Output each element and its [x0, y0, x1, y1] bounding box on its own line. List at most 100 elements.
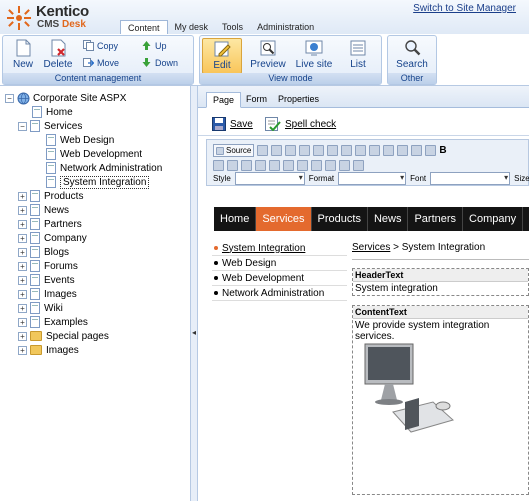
tree-node-news[interactable]: + News: [18, 203, 69, 217]
tree-node-system-integration[interactable]: System Integration: [46, 175, 150, 189]
tab-properties[interactable]: Properties: [272, 92, 325, 108]
header-text-region[interactable]: HeaderText System integration: [352, 268, 529, 296]
preview-mode-button[interactable]: Preview: [248, 38, 288, 74]
remove-format-icon[interactable]: [425, 145, 437, 156]
tree-node-partners[interactable]: + Partners: [18, 217, 82, 231]
paste-text-icon[interactable]: [313, 145, 325, 156]
breadcrumb-services-link[interactable]: Services: [352, 242, 390, 253]
tree-node-images-folder[interactable]: + Images: [18, 343, 79, 357]
header-text-label: HeaderText: [353, 269, 528, 282]
font-select[interactable]: [430, 172, 511, 185]
logo-product: CMS Desk: [37, 19, 86, 30]
tree-node-home[interactable]: Home: [32, 105, 73, 119]
edit-mode-button[interactable]: Edit: [202, 38, 242, 74]
source-icon: [216, 146, 224, 155]
submenu-web-design[interactable]: Web Design: [212, 256, 347, 271]
page-break-icon[interactable]: [297, 160, 308, 171]
site-nav-products[interactable]: Products: [312, 207, 368, 231]
tree-node-root[interactable]: − Corporate Site ASPX: [5, 91, 126, 105]
expand-icon: +: [18, 191, 27, 201]
globe-icon: [17, 92, 30, 104]
collapse-icon[interactable]: −: [18, 121, 27, 131]
tree-node-images[interactable]: + Images: [18, 287, 77, 301]
paste-word-icon[interactable]: [327, 145, 339, 156]
special-char-icon[interactable]: [283, 160, 294, 171]
tree-node-company[interactable]: + Company: [18, 231, 87, 245]
horizontal-rule-icon[interactable]: [255, 160, 266, 171]
tab-administration[interactable]: Administration: [250, 20, 321, 34]
insert-image-icon[interactable]: [213, 160, 224, 171]
collapse-icon[interactable]: −: [5, 93, 14, 103]
content-text-value[interactable]: We provide system integration services.: [353, 319, 528, 343]
submenu-web-development[interactable]: Web Development: [212, 271, 347, 286]
new-button[interactable]: New: [3, 38, 43, 74]
site-nav-company[interactable]: Company: [463, 207, 524, 231]
computer-image: [364, 343, 455, 433]
submenu-network-administration[interactable]: Network Administration: [212, 286, 347, 301]
tree-node-web-design[interactable]: Web Design: [46, 133, 114, 147]
tree-node-blogs[interactable]: + Blogs: [18, 245, 69, 259]
tree-node-forums[interactable]: + Forums: [18, 259, 78, 273]
tab-form[interactable]: Form: [240, 92, 273, 108]
tab-tools[interactable]: Tools: [215, 20, 250, 34]
bold-button[interactable]: B: [439, 145, 446, 156]
expand-icon: +: [18, 261, 27, 271]
content-text-region[interactable]: ContentText We provide system integratio…: [352, 305, 529, 495]
copy-text-icon[interactable]: [285, 145, 297, 156]
undo-icon[interactable]: [355, 145, 367, 156]
site-nav-home[interactable]: Home: [214, 207, 257, 231]
preview-doc-icon[interactable]: [257, 145, 269, 156]
site-nav-partners[interactable]: Partners: [408, 207, 464, 231]
tree-node-network-administration[interactable]: Network Administration: [46, 161, 162, 175]
insert-media-icon[interactable]: [227, 160, 238, 171]
delete-button[interactable]: Delete: [39, 38, 77, 74]
copy-button[interactable]: Copy: [83, 40, 118, 51]
collapse-pane-arrow-icon[interactable]: ◂: [192, 326, 197, 340]
page-icon: [30, 274, 40, 286]
insert-table-icon[interactable]: [241, 160, 252, 171]
tree-node-web-development[interactable]: Web Development: [46, 147, 142, 161]
save-button[interactable]: Save: [212, 117, 253, 131]
pane-splitter[interactable]: ◂: [191, 86, 198, 501]
tree-node-special-pages[interactable]: + Special pages: [18, 329, 109, 343]
print-icon[interactable]: [341, 145, 353, 156]
format-select[interactable]: [338, 172, 407, 185]
site-nav-news[interactable]: News: [368, 207, 409, 231]
tab-page[interactable]: Page: [206, 92, 242, 108]
switch-to-site-manager-link[interactable]: Switch to Site Manager: [413, 3, 516, 14]
quick-insert-icon[interactable]: [339, 160, 350, 171]
page-icon: [30, 246, 40, 258]
insert-widget-icon[interactable]: [325, 160, 336, 171]
site-nav-services[interactable]: Services: [256, 207, 312, 231]
select-all-icon[interactable]: [411, 145, 423, 156]
smiley-icon[interactable]: [269, 160, 280, 171]
paste-icon[interactable]: [299, 145, 311, 156]
tree-node-examples[interactable]: + Examples: [18, 315, 88, 329]
tree-node-wiki[interactable]: + Wiki: [18, 301, 63, 315]
tab-content[interactable]: Content: [120, 20, 168, 34]
header-text-value[interactable]: System integration: [353, 282, 528, 295]
style-select[interactable]: [234, 172, 305, 185]
source-button[interactable]: Source: [213, 144, 255, 157]
copy-icon: [83, 40, 94, 51]
site-nav-more[interactable]: B: [523, 207, 529, 231]
list-mode-button[interactable]: List: [338, 38, 378, 74]
submenu-system-integration[interactable]: System Integration: [212, 241, 347, 256]
cut-icon[interactable]: [271, 145, 283, 156]
spell-check-button[interactable]: Spell check: [265, 117, 336, 131]
move-button[interactable]: Move: [83, 57, 119, 68]
tab-my-desk[interactable]: My desk: [168, 20, 216, 34]
up-button[interactable]: Up: [141, 40, 167, 51]
replace-icon[interactable]: [397, 145, 409, 156]
tree-node-events[interactable]: + Events: [18, 273, 75, 287]
insert-link-icon[interactable]: [311, 160, 322, 171]
youtube-icon[interactable]: [353, 160, 364, 171]
find-icon[interactable]: [383, 145, 395, 156]
live-site-button[interactable]: Live site: [292, 38, 336, 74]
redo-icon[interactable]: [369, 145, 381, 156]
tree-node-services[interactable]: − Services: [18, 119, 82, 133]
down-button[interactable]: Down: [141, 57, 178, 68]
search-button[interactable]: Search: [392, 38, 432, 74]
expand-icon: +: [18, 219, 27, 229]
tree-node-products[interactable]: + Products: [18, 189, 83, 203]
